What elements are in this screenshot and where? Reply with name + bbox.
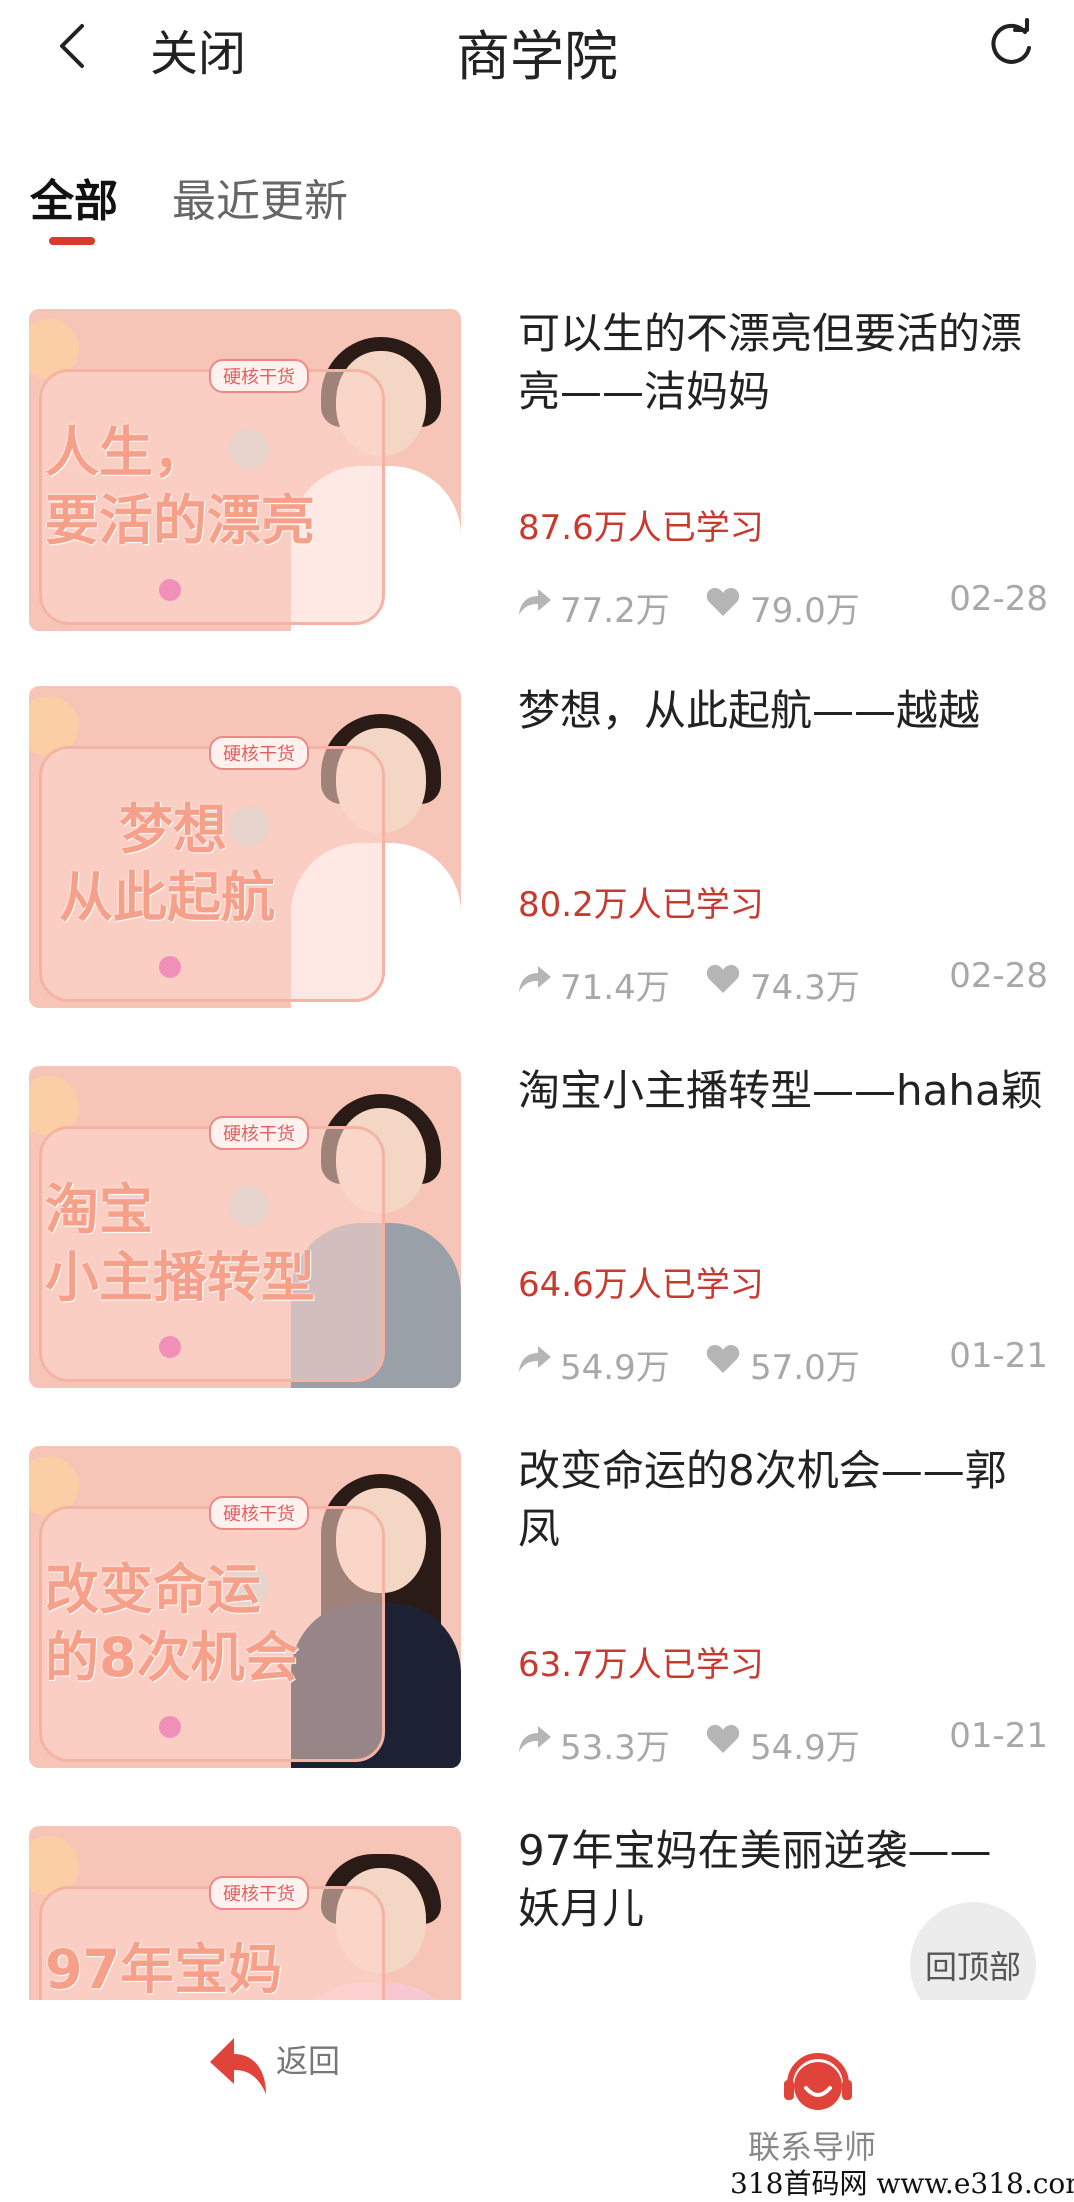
thumbnail-badge: 硬核干货 <box>209 1116 309 1150</box>
return-button[interactable]: 返回 <box>206 2032 366 2112</box>
share-icon <box>519 1726 551 1752</box>
learner-count: 63.7万人已学习 <box>518 1645 764 1685</box>
share-icon <box>519 589 551 615</box>
course-thumbnail: 硬核干货 改变命运 的8次机会 <box>29 1446 461 1768</box>
course-item[interactable]: 硬核干货 淘宝 小主播转型 淘宝小主播转型——haha颖 64.6万人已学习 5… <box>0 1062 1074 1402</box>
decor-dot <box>159 956 181 978</box>
tab-all[interactable]: 全部 <box>30 165 118 229</box>
heart-icon <box>706 965 740 993</box>
share-count: 54.9万 <box>560 1348 670 1388</box>
course-title: 梦想，从此起航——越越 <box>518 686 981 735</box>
publish-date: 01-21 <box>949 1716 1048 1756</box>
learner-count: 80.2万人已学习 <box>518 885 764 925</box>
site-watermark: 318首码网 www.e318.com <box>730 2167 1074 2200</box>
return-label: 返回 <box>276 2042 341 2080</box>
course-stats: 71.4万 74.3万 02-28 <box>518 956 1048 1008</box>
thumbnail-caption-line: 要活的漂亮 <box>45 489 315 552</box>
thumbnail-caption: 97年宝妈 <box>45 1936 375 2000</box>
thumbnail-badge: 硬核干货 <box>209 1876 309 1910</box>
share-count: 71.4万 <box>560 968 670 1008</box>
tab-recent-updates[interactable]: 最近更新 <box>172 165 348 229</box>
course-thumbnail: 硬核干货 淘宝 小主播转型 <box>29 1066 461 1388</box>
share-icon <box>519 1346 551 1372</box>
thumbnail-badge: 硬核干货 <box>209 736 309 770</box>
chevron-left-icon[interactable] <box>52 20 92 72</box>
decor-dot <box>159 1716 181 1738</box>
thumbnail-caption-line: 97年宝妈 <box>45 1938 283 2000</box>
course-list[interactable]: 硬核干货 人生， 要活的漂亮 可以生的不漂亮但要活的漂亮——洁妈妈 87.6万人… <box>0 305 1074 2000</box>
close-button[interactable]: 关闭 <box>150 14 246 84</box>
course-thumbnail: 硬核干货 梦想 从此起航 <box>29 686 461 1008</box>
publish-date: 02-28 <box>949 579 1048 619</box>
thumbnail-badge: 硬核干货 <box>209 359 309 393</box>
share-count: 77.2万 <box>560 591 670 631</box>
thumbnail-caption-line: 梦想 <box>119 798 227 861</box>
like-count: 54.9万 <box>750 1728 860 1768</box>
thumbnail-caption-line: 小主播转型 <box>45 1246 315 1309</box>
contact-mentor-button[interactable]: 联系导师 <box>740 2050 900 2180</box>
category-tabs: 全部 最近更新 <box>0 165 1074 255</box>
course-stats: 53.3万 54.9万 01-21 <box>518 1716 1048 1768</box>
thumbnail-caption: 淘宝 小主播转型 <box>45 1176 375 1312</box>
publish-date: 02-28 <box>949 956 1048 996</box>
course-stats: 54.9万 57.0万 01-21 <box>518 1336 1048 1388</box>
thumbnail-caption-line: 的8次机会 <box>45 1626 299 1689</box>
heart-icon <box>706 588 740 616</box>
active-tab-indicator <box>49 237 95 245</box>
decor-dot <box>159 579 181 601</box>
header-bar: 关闭 商学院 <box>0 0 1074 100</box>
publish-date: 01-21 <box>949 1336 1048 1376</box>
thumbnail-caption: 人生， 要活的漂亮 <box>45 419 375 555</box>
headset-icon <box>784 2053 852 2110</box>
course-stats: 77.2万 79.0万 02-28 <box>518 579 1048 631</box>
course-title: 改变命运的8次机会——郭凤 <box>518 1446 1007 1553</box>
decor-dot <box>159 1336 181 1358</box>
page-title: 商学院 <box>456 25 618 88</box>
course-thumbnail: 硬核干货 97年宝妈 <box>29 1826 461 2000</box>
return-arrow-icon <box>210 2038 266 2094</box>
thumbnail-badge: 硬核干货 <box>209 1496 309 1530</box>
share-count: 53.3万 <box>560 1728 670 1768</box>
like-count: 79.0万 <box>750 591 860 631</box>
like-count: 57.0万 <box>750 1348 860 1388</box>
course-item[interactable]: 硬核干货 改变命运 的8次机会 改变命运的8次机会——郭凤 63.7万人已学习 … <box>0 1442 1074 1782</box>
course-title: 可以生的不漂亮但要活的漂亮——洁妈妈 <box>518 309 1023 416</box>
thumbnail-caption-line: 淘宝 <box>45 1178 153 1241</box>
course-item[interactable]: 硬核干货 梦想 从此起航 梦想，从此起航——越越 80.2万人已学习 71.4万… <box>0 682 1074 1022</box>
course-item[interactable]: 硬核干货 人生， 要活的漂亮 可以生的不漂亮但要活的漂亮——洁妈妈 87.6万人… <box>0 305 1074 645</box>
thumbnail-caption-line: 人生， <box>45 421 207 484</box>
share-icon <box>519 966 551 992</box>
thumbnail-caption-line: 改变命运 <box>45 1558 261 1621</box>
thumbnail-caption: 改变命运 的8次机会 <box>45 1556 375 1692</box>
learner-count: 87.6万人已学习 <box>518 508 764 548</box>
course-thumbnail: 硬核干货 人生， 要活的漂亮 <box>29 309 461 631</box>
heart-icon <box>706 1725 740 1753</box>
thumbnail-caption: 梦想 从此起航 <box>59 796 389 932</box>
bottom-bar: 返回 联系导师 318首码网 www.e318.com <box>0 2000 1074 2200</box>
heart-icon <box>706 1345 740 1373</box>
like-count: 74.3万 <box>750 968 860 1008</box>
refresh-icon[interactable] <box>985 18 1037 70</box>
learner-count: 64.6万人已学习 <box>518 1265 764 1305</box>
thumbnail-caption-line: 从此起航 <box>59 866 275 929</box>
course-title: 淘宝小主播转型——haha颖 <box>518 1066 1043 1115</box>
